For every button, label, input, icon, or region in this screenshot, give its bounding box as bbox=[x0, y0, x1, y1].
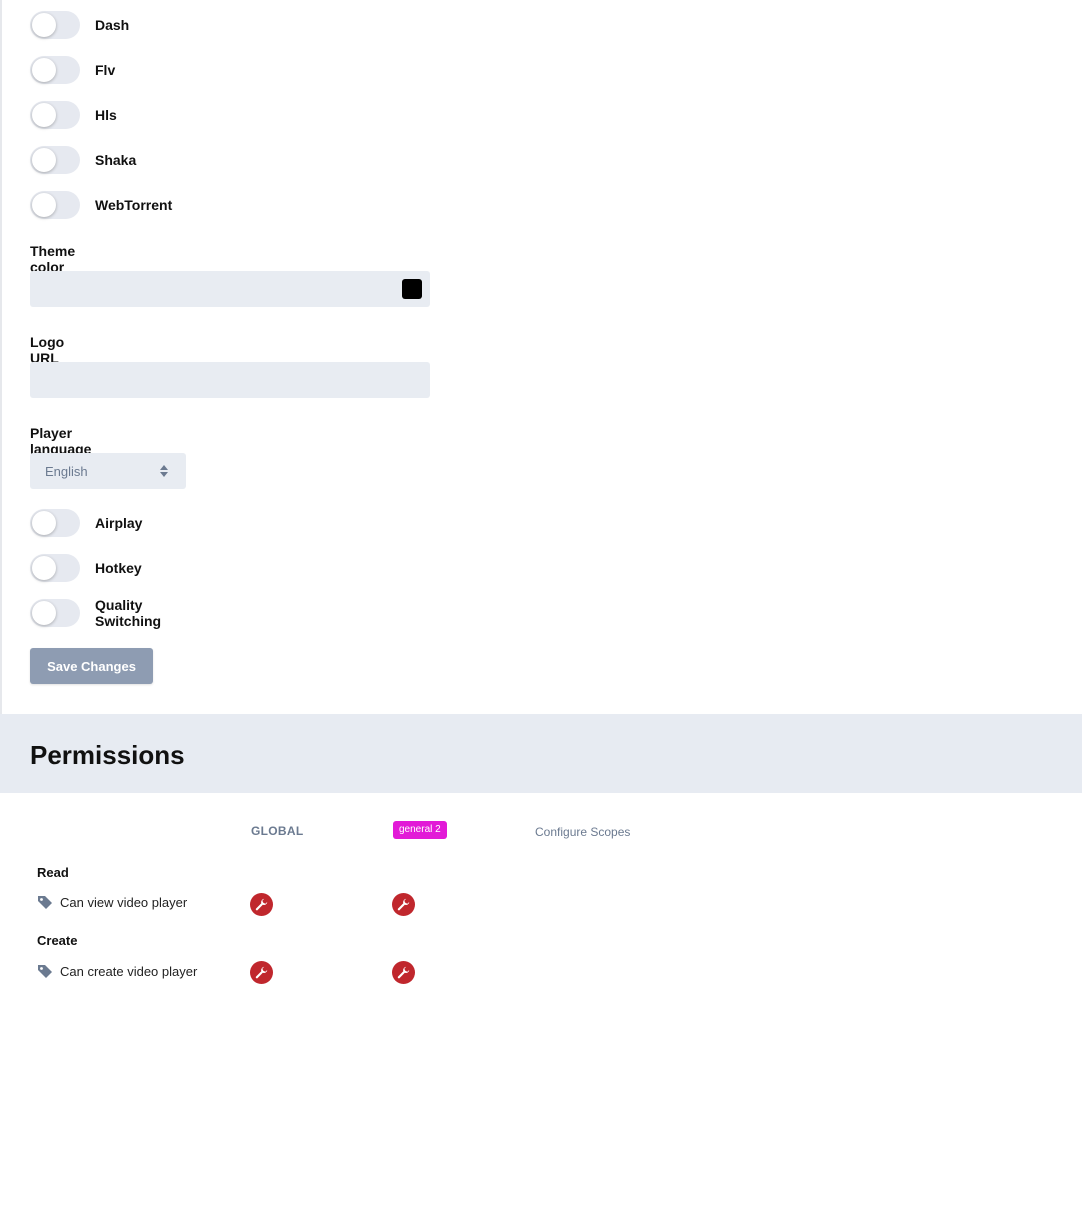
toggle-label: WebTorrent bbox=[95, 197, 173, 213]
toggle-knob bbox=[32, 148, 56, 172]
theme-color-input[interactable] bbox=[30, 271, 430, 307]
color-swatch[interactable] bbox=[402, 279, 422, 299]
group-title-read: Read bbox=[37, 865, 69, 880]
toggle-knob bbox=[32, 511, 56, 535]
toggle-row-hotkey: Hotkey bbox=[30, 554, 142, 582]
configure-scopes-link[interactable]: Configure Scopes bbox=[535, 825, 630, 839]
permissions-header: Permissions bbox=[0, 714, 1082, 793]
permission-label: Can view video player bbox=[60, 895, 188, 910]
airplay-toggle[interactable] bbox=[30, 509, 80, 537]
toggle-knob bbox=[32, 193, 56, 217]
wrench-icon bbox=[255, 898, 268, 911]
toggle-row-airplay: Airplay bbox=[30, 509, 142, 537]
shaka-toggle[interactable] bbox=[30, 146, 80, 174]
select-value: English bbox=[45, 464, 88, 479]
scope-wrench-button[interactable] bbox=[392, 961, 415, 984]
toggle-label: Airplay bbox=[95, 515, 143, 531]
quality-switching-toggle[interactable] bbox=[30, 599, 80, 627]
toggle-row-hls: Hls bbox=[30, 101, 117, 129]
toggle-label: Quality Switching bbox=[95, 597, 162, 629]
hls-toggle[interactable] bbox=[30, 101, 80, 129]
toggle-knob bbox=[32, 58, 56, 82]
wrench-icon bbox=[255, 966, 268, 979]
toggle-row-webtorrent: WebTorrent bbox=[30, 191, 172, 219]
sort-arrows-icon bbox=[160, 465, 168, 477]
toggle-knob bbox=[32, 13, 56, 37]
dash-toggle[interactable] bbox=[30, 11, 80, 39]
page-title: Permissions bbox=[30, 740, 185, 770]
permission-row: Can create video player bbox=[37, 964, 197, 979]
toggle-label: Hotkey bbox=[95, 560, 142, 576]
scope-badge: general 2 bbox=[393, 821, 447, 839]
toggle-label: Hls bbox=[95, 107, 117, 123]
toggle-knob bbox=[32, 556, 56, 580]
toggle-knob bbox=[32, 601, 56, 625]
logo-url-input[interactable] bbox=[30, 362, 430, 398]
toggle-row-flv: Flv bbox=[30, 56, 115, 84]
column-global: GLOBAL bbox=[251, 824, 304, 838]
sidebar-edge bbox=[0, 0, 2, 760]
scope-wrench-button[interactable] bbox=[392, 893, 415, 916]
permission-label: Can create video player bbox=[60, 964, 198, 979]
save-changes-button[interactable]: Save Changes bbox=[30, 648, 153, 684]
toggle-label: Flv bbox=[95, 62, 116, 78]
toggle-knob bbox=[32, 103, 56, 127]
group-title-create: Create bbox=[37, 933, 78, 948]
permission-row: Can view video player bbox=[37, 895, 187, 910]
player-language-select[interactable]: English bbox=[30, 453, 186, 489]
toggle-label: Dash bbox=[95, 17, 130, 33]
wrench-icon bbox=[397, 966, 410, 979]
flv-toggle[interactable] bbox=[30, 56, 80, 84]
tag-icon bbox=[38, 896, 52, 909]
webtorrent-toggle[interactable] bbox=[30, 191, 80, 219]
toggle-row-dash: Dash bbox=[30, 11, 129, 39]
toggle-row-shaka: Shaka bbox=[30, 146, 136, 174]
global-wrench-button[interactable] bbox=[250, 961, 273, 984]
toggle-label: Shaka bbox=[95, 152, 137, 168]
global-wrench-button[interactable] bbox=[250, 893, 273, 916]
wrench-icon bbox=[397, 898, 410, 911]
toggle-row-quality-switching: Quality Switching bbox=[30, 597, 162, 629]
tag-icon bbox=[38, 965, 52, 978]
hotkey-toggle[interactable] bbox=[30, 554, 80, 582]
